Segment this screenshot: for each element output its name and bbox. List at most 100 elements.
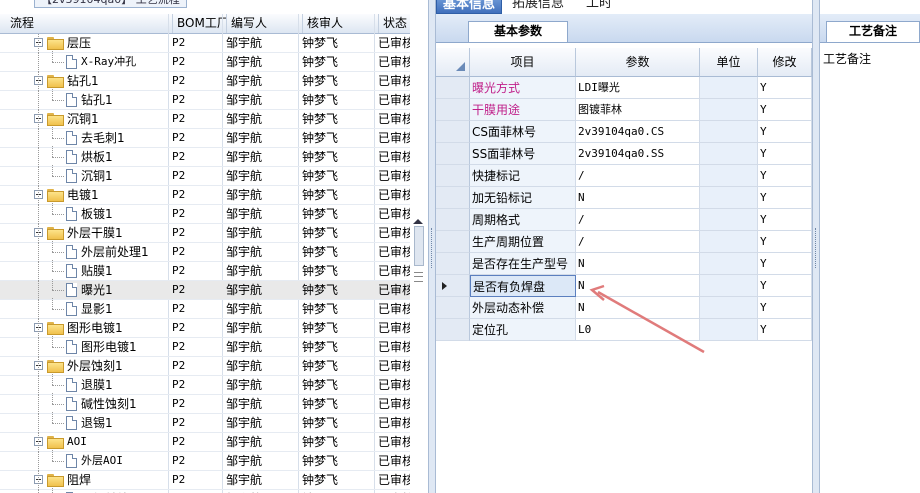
column-header-status[interactable]: 状态: [378, 14, 410, 33]
tree-item-node[interactable]: 板镀1: [66, 205, 113, 223]
tree-row[interactable]: 退膜1 P2 邹宇航 钟梦飞 已审核: [0, 374, 410, 395]
param-item-cell[interactable]: 定位孔: [470, 319, 576, 341]
param-modify-cell[interactable]: Y: [758, 165, 812, 187]
grid-header-modify[interactable]: 修改: [758, 48, 812, 77]
param-modify-cell[interactable]: Y: [758, 253, 812, 275]
param-row[interactable]: 是否有负焊盘 N Y: [436, 275, 812, 297]
tree-row[interactable]: 层压 P2 邹宇航 钟梦飞 已审核: [0, 34, 410, 53]
param-unit-cell[interactable]: [700, 319, 758, 341]
param-unit-cell[interactable]: [700, 231, 758, 253]
tab-basic-params[interactable]: 基本参数: [468, 21, 568, 42]
row-header[interactable]: [436, 99, 470, 121]
tree-row[interactable]: X-Ray冲孔 P2 邹宇航 钟梦飞 已审核: [0, 51, 410, 72]
tree-item-node[interactable]: 图形电镀1: [66, 338, 137, 356]
tree-item-node[interactable]: 沉铜1: [66, 167, 113, 185]
tree-item-node[interactable]: 退锡1: [66, 414, 113, 432]
param-unit-cell[interactable]: [700, 77, 758, 99]
param-value-cell[interactable]: N: [576, 297, 700, 319]
tree-row[interactable]: 钻孔1 P2 邹宇航 钟梦飞 已审核: [0, 72, 410, 91]
grid-corner[interactable]: [436, 48, 470, 77]
param-unit-cell[interactable]: [700, 253, 758, 275]
row-pointer-icon[interactable]: [436, 275, 470, 297]
tab-work-hours[interactable]: 工时: [580, 0, 618, 12]
tree-row[interactable]: 烘板1 P2 邹宇航 钟梦飞 已审核: [0, 146, 410, 167]
tree-item-node[interactable]: 贴膜1: [66, 262, 113, 280]
param-value-cell[interactable]: 2v39104qa0.SS: [576, 143, 700, 165]
param-modify-cell[interactable]: Y: [758, 297, 812, 319]
tree-folder-node[interactable]: 外层蚀刻1: [34, 357, 123, 375]
grid-header-item[interactable]: 项目: [470, 48, 576, 77]
tree-row[interactable]: 外层干膜1 P2 邹宇航 钟梦飞 已审核: [0, 224, 410, 243]
param-unit-cell[interactable]: [700, 121, 758, 143]
tree-folder-node[interactable]: 图形电镀1: [34, 319, 123, 337]
param-row[interactable]: 周期格式 / Y: [436, 209, 812, 231]
param-row[interactable]: 是否存在生产型号 N Y: [436, 253, 812, 275]
right-splitter[interactable]: [812, 0, 820, 493]
param-value-cell[interactable]: /: [576, 231, 700, 253]
tree-row[interactable]: 钻孔1 P2 邹宇航 钟梦飞 已审核: [0, 89, 410, 110]
left-splitter[interactable]: [428, 0, 436, 493]
param-value-cell[interactable]: 图镀菲林: [576, 99, 700, 121]
param-item-cell[interactable]: 周期格式: [470, 209, 576, 231]
param-modify-cell[interactable]: Y: [758, 77, 812, 99]
param-modify-cell[interactable]: Y: [758, 231, 812, 253]
tree-item-node[interactable]: X-Ray冲孔: [66, 53, 136, 71]
tab-extended-info[interactable]: 拓展信息: [506, 0, 570, 12]
param-modify-cell[interactable]: Y: [758, 121, 812, 143]
param-unit-cell[interactable]: [700, 297, 758, 319]
row-header[interactable]: [436, 253, 470, 275]
tree-row[interactable]: 板镀1 P2 邹宇航 钟梦飞 已审核: [0, 203, 410, 224]
tree-row[interactable]: 图形电镀1 P2 邹宇航 钟梦飞 已审核: [0, 319, 410, 338]
param-row[interactable]: 曝光方式 LDI曝光 Y: [436, 77, 812, 99]
row-header[interactable]: [436, 143, 470, 165]
tree-scrollbar[interactable]: [410, 14, 428, 493]
param-item-cell[interactable]: 快捷标记: [470, 165, 576, 187]
tree-row[interactable]: 去毛刺1 P2 邹宇航 钟梦飞 已审核: [0, 127, 410, 148]
grid-header-unit[interactable]: 单位: [700, 48, 758, 77]
tree-row[interactable]: 电镀1 P2 邹宇航 钟梦飞 已审核: [0, 186, 410, 205]
param-item-cell[interactable]: 干膜用途: [470, 99, 576, 121]
tree-item-node[interactable]: 外层前处理1: [66, 243, 149, 261]
tree-item-node[interactable]: 退膜1: [66, 376, 113, 394]
grip-icon[interactable]: [414, 272, 423, 282]
tree-row[interactable]: 沉铜1 P2 邹宇航 钟梦飞 已审核: [0, 110, 410, 129]
tree-title-tab[interactable]: 【2v39104qa0】 工艺流程: [34, 0, 187, 8]
tab-process-notes[interactable]: 工艺备注: [826, 21, 920, 42]
scroll-thumb[interactable]: [414, 226, 424, 266]
param-value-cell[interactable]: 2v39104qa0.CS: [576, 121, 700, 143]
param-modify-cell[interactable]: Y: [758, 99, 812, 121]
param-value-cell[interactable]: N: [576, 253, 700, 275]
param-modify-cell[interactable]: Y: [758, 209, 812, 231]
tree-row[interactable]: 显影1 P2 邹宇航 钟梦飞 已审核: [0, 298, 410, 319]
param-unit-cell[interactable]: [700, 275, 758, 297]
param-unit-cell[interactable]: [700, 209, 758, 231]
column-header-process[interactable]: 流程: [0, 14, 172, 33]
tree-row[interactable]: AOI P2 邹宇航 钟梦飞 已审核: [0, 433, 410, 452]
param-row[interactable]: SS面菲林号 2v39104qa0.SS Y: [436, 143, 812, 165]
param-item-cell[interactable]: 是否有负焊盘: [470, 275, 576, 297]
tree-item-node[interactable]: 显影1: [66, 300, 113, 318]
tree-folder-node[interactable]: 阻焊: [34, 471, 91, 489]
tree-folder-node[interactable]: 沉铜1: [34, 110, 99, 128]
row-header[interactable]: [436, 297, 470, 319]
row-header[interactable]: [436, 165, 470, 187]
row-header[interactable]: [436, 121, 470, 143]
splitter-grip-icon[interactable]: [815, 228, 818, 268]
tab-basic-info[interactable]: 基本信息: [436, 0, 503, 14]
param-modify-cell[interactable]: Y: [758, 143, 812, 165]
param-item-cell[interactable]: CS面菲林号: [470, 121, 576, 143]
tree-row[interactable]: 图形电镀1 P2 邹宇航 钟梦飞 已审核: [0, 336, 410, 357]
param-modify-cell[interactable]: Y: [758, 319, 812, 341]
tree-row[interactable]: 外层前处理1 P2 邹宇航 钟梦飞 已审核: [0, 241, 410, 262]
tree-row[interactable]: 沉铜1 P2 邹宇航 钟梦飞 已审核: [0, 165, 410, 186]
param-row[interactable]: 定位孔 L0 Y: [436, 319, 812, 341]
param-modify-cell[interactable]: Y: [758, 187, 812, 209]
param-item-cell[interactable]: 曝光方式: [470, 77, 576, 99]
column-header-author[interactable]: 编写人: [226, 14, 302, 33]
param-item-cell[interactable]: 生产周期位置: [470, 231, 576, 253]
param-row[interactable]: 加无铅标记 N Y: [436, 187, 812, 209]
tree-item-node[interactable]: 烘板1: [66, 148, 113, 166]
row-header[interactable]: [436, 319, 470, 341]
param-value-cell[interactable]: /: [576, 209, 700, 231]
tree-item-node[interactable]: 去毛刺1: [66, 129, 125, 147]
